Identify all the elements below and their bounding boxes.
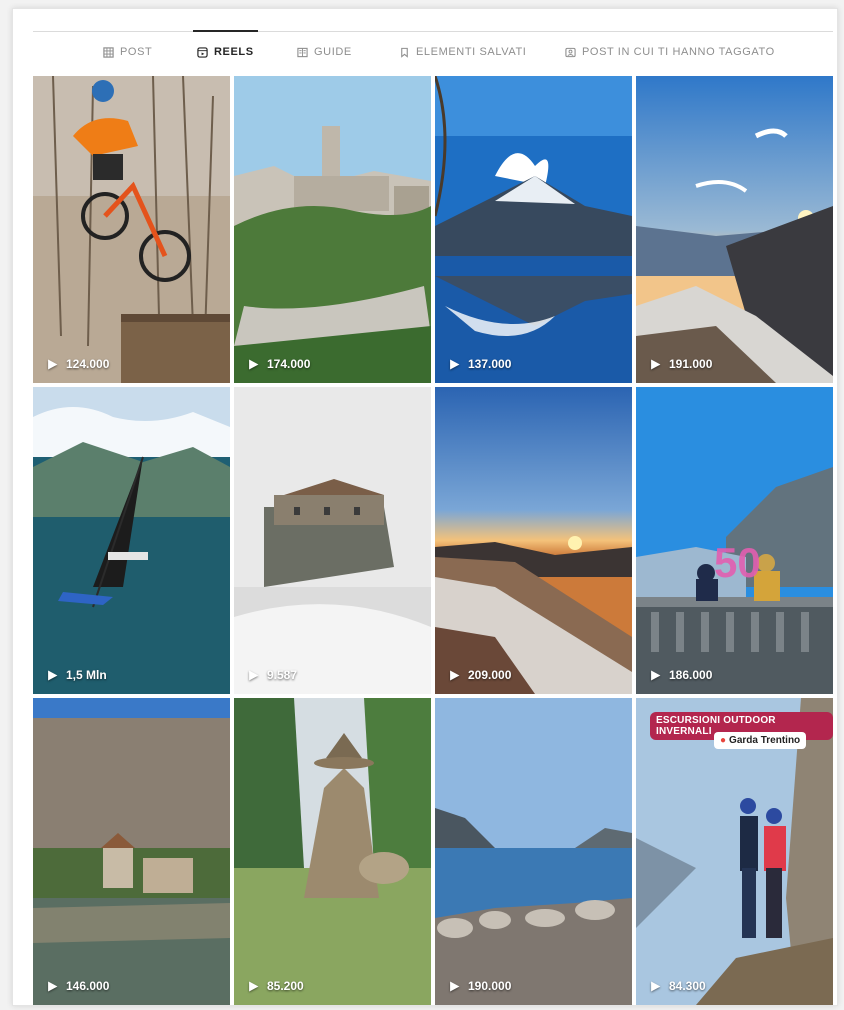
reel-thumbnail: 50 <box>636 387 833 694</box>
view-count-label: 9.587 <box>267 668 298 682</box>
view-count: 9.587 <box>248 668 297 682</box>
reel-tile[interactable]: 50 186.000 <box>636 387 833 694</box>
location-pin-icon: ● <box>720 735 727 746</box>
view-count-label: 85.200 <box>267 979 304 993</box>
view-count-label: 146.000 <box>66 979 110 993</box>
reel-tile[interactable]: 146.000 <box>33 698 230 1005</box>
view-count-label: 84.300 <box>669 979 706 993</box>
reel-tile[interactable]: 9.587 <box>234 387 431 694</box>
reel-thumbnail <box>435 698 632 1005</box>
tab-reels[interactable]: REELS <box>193 30 258 72</box>
tab-saved-label: ELEMENTI SALVATI <box>416 46 527 58</box>
play-icon <box>450 981 460 991</box>
profile-tabs: POST REELS GUIDE ELEMENTI SALVATI POST I… <box>33 30 833 72</box>
tab-post-label: POST <box>120 46 153 58</box>
reel-tile[interactable]: 209.000 <box>435 387 632 694</box>
view-count: 1,5 Mln <box>47 668 107 682</box>
reel-thumbnail <box>33 76 230 383</box>
view-count-label: 191.000 <box>669 357 713 371</box>
view-count: 174.000 <box>248 357 310 371</box>
view-count-label: 137.000 <box>468 357 512 371</box>
play-icon <box>450 359 460 369</box>
tab-guide-label: GUIDE <box>314 46 352 58</box>
reel-tile[interactable]: 190.000 <box>435 698 632 1005</box>
guide-icon <box>297 47 308 57</box>
reel-thumbnail <box>234 76 431 383</box>
bookmark-icon <box>401 47 408 58</box>
reel-tile[interactable]: 174.000 <box>234 76 431 383</box>
play-icon <box>651 670 661 680</box>
tab-reels-label: REELS <box>214 46 254 58</box>
location-label: Garda Trentino <box>729 735 801 746</box>
view-count: 137.000 <box>449 357 511 371</box>
reels-icon <box>197 46 208 58</box>
view-count-label: 1,5 Mln <box>66 668 107 682</box>
tab-tagged-label: POST IN CUI TI HANNO TAGGATO <box>582 46 775 58</box>
view-count: 85.200 <box>248 979 304 993</box>
view-count: 191.000 <box>650 357 712 371</box>
grid-icon <box>103 46 114 58</box>
location-sticker: ● Garda Trentino <box>714 732 807 749</box>
reel-thumbnail <box>234 698 431 1005</box>
view-count: 190.000 <box>449 979 511 993</box>
view-count-label: 209.000 <box>468 668 512 682</box>
reel-thumbnail <box>33 387 230 694</box>
reel-thumbnail <box>33 698 230 1005</box>
reel-thumbnail <box>636 76 833 383</box>
view-count-label: 174.000 <box>267 357 311 371</box>
tab-saved[interactable]: ELEMENTI SALVATI <box>399 32 526 72</box>
tab-guide[interactable]: GUIDE <box>297 32 352 72</box>
view-count-label: 190.000 <box>468 979 512 993</box>
svg-text:50: 50 <box>714 539 761 586</box>
reel-tile[interactable]: ESCURSIONI OUTDOOR INVERNALI ● Garda Tre… <box>636 698 833 1005</box>
play-icon <box>48 981 58 991</box>
play-icon <box>450 670 460 680</box>
tab-tagged[interactable]: POST IN CUI TI HANNO TAGGATO <box>565 32 775 72</box>
reels-grid: 124.000 174.000 137.000 191.000 1,5 Mln … <box>33 76 833 1005</box>
play-icon <box>651 981 661 991</box>
view-count: 124.000 <box>47 357 109 371</box>
view-count-label: 124.000 <box>66 357 110 371</box>
play-icon <box>48 670 58 680</box>
view-count: 146.000 <box>47 979 109 993</box>
view-count: 186.000 <box>650 668 712 682</box>
reel-tile[interactable]: 124.000 <box>33 76 230 383</box>
reel-tile[interactable]: 1,5 Mln <box>33 387 230 694</box>
reel-tile[interactable]: 137.000 <box>435 76 632 383</box>
view-count-label: 186.000 <box>669 668 713 682</box>
reel-thumbnail <box>435 387 632 694</box>
tab-post[interactable]: POST <box>103 32 152 72</box>
play-icon <box>249 670 259 680</box>
play-icon <box>651 359 661 369</box>
reel-tile[interactable]: 85.200 <box>234 698 431 1005</box>
profile-panel: POST REELS GUIDE ELEMENTI SALVATI POST I… <box>12 8 838 1006</box>
reel-thumbnail <box>234 387 431 694</box>
reel-thumbnail <box>435 76 632 383</box>
play-icon <box>249 359 259 369</box>
play-icon <box>48 359 58 369</box>
view-count: 84.300 <box>650 979 706 993</box>
reel-tile[interactable]: 191.000 <box>636 76 833 383</box>
view-count: 209.000 <box>449 668 511 682</box>
tagged-icon <box>565 47 576 57</box>
play-icon <box>249 981 259 991</box>
